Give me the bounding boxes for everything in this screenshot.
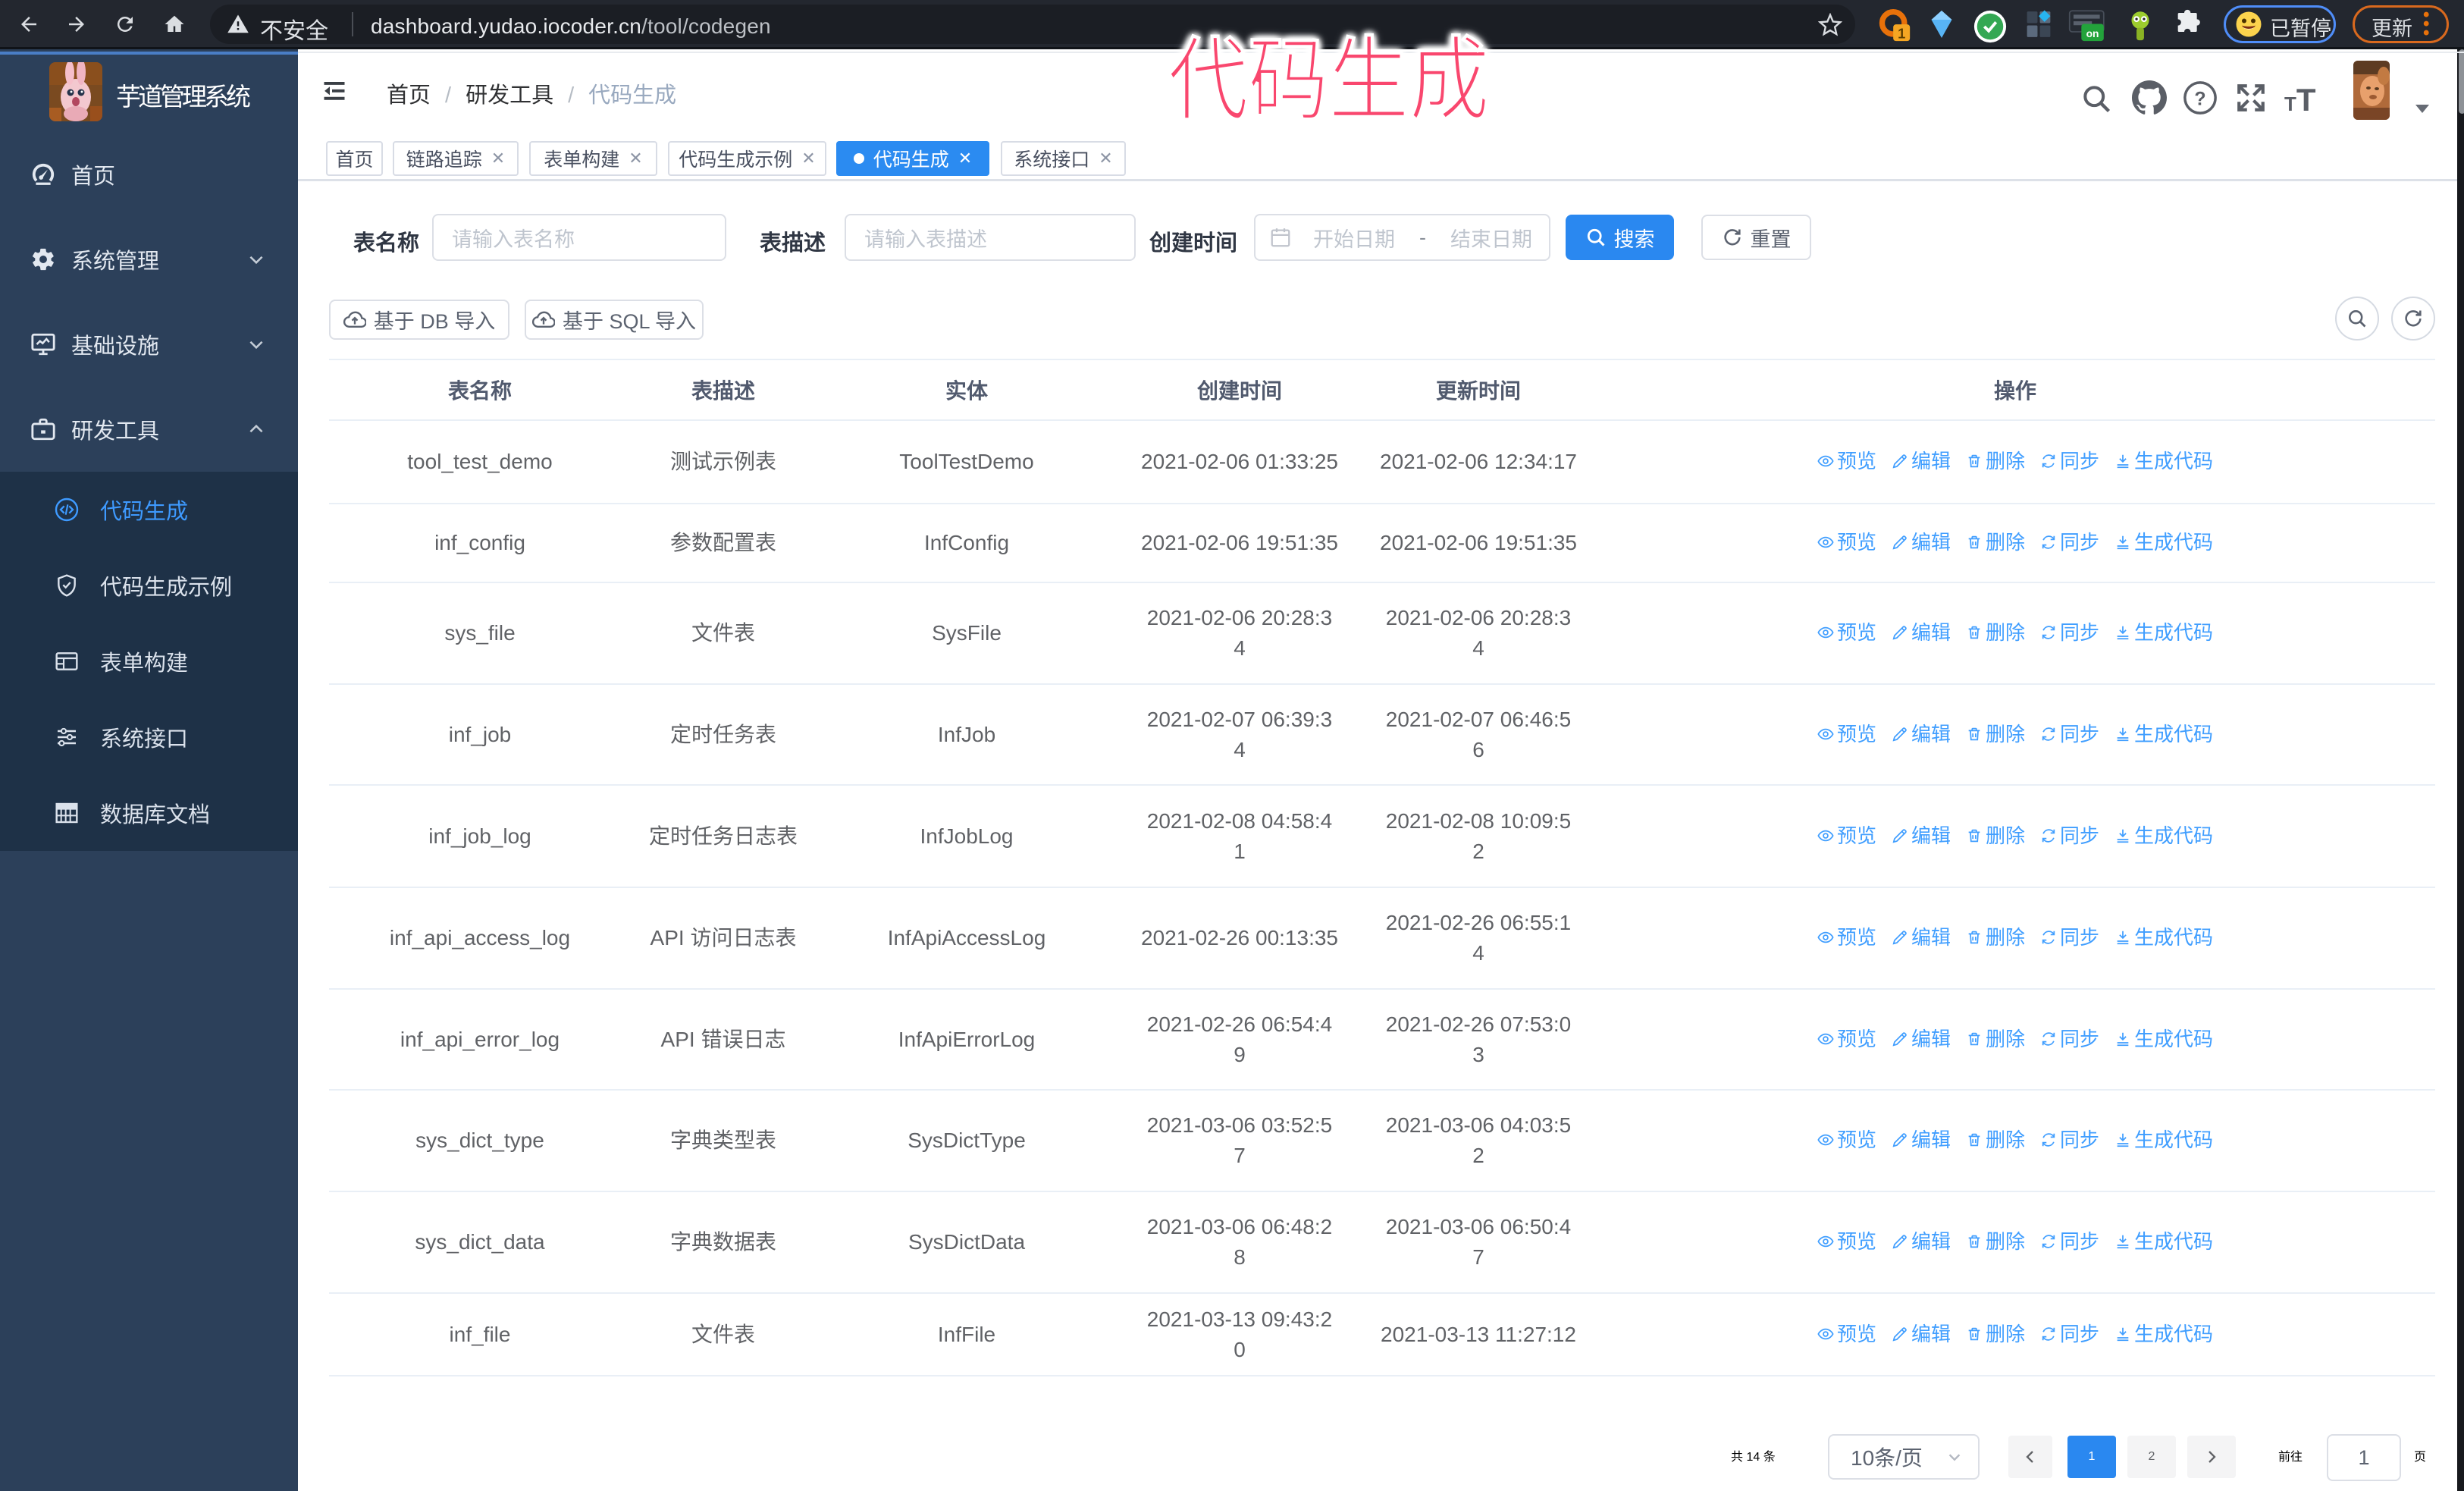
svg-text:1: 1 [1898, 26, 1905, 42]
svg-text:?: ? [2194, 89, 2205, 110]
svg-text:on: on [2086, 27, 2099, 39]
